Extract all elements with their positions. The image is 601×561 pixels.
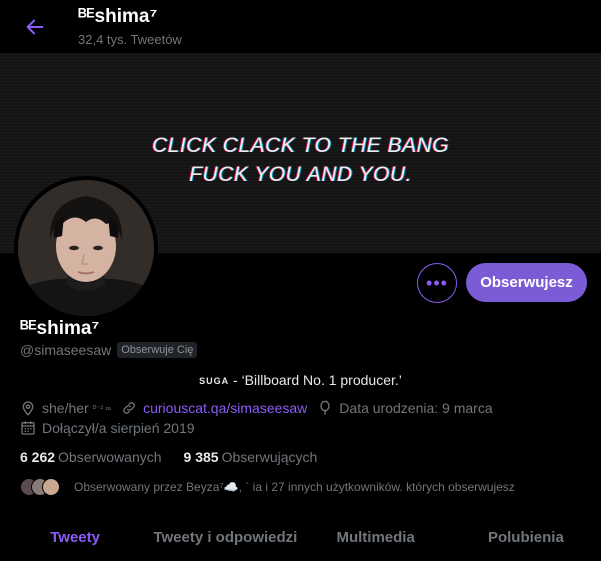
followed-by-row[interactable]: Obserwowany przez Beyza⁷☁️, ` ia i 27 in… [20,478,515,496]
profile-avatar[interactable] [14,176,158,320]
bio-text: - ‘Billboard No. 1 producer.’ [229,372,402,388]
follow-stats: 6 262 Obserwowanych 9 385 Obserwujących [20,449,339,465]
following-label: Obserwowanych [58,449,162,465]
follows-you-badge: Obserwuje Cię [117,342,198,358]
link-icon [121,400,137,416]
birthday-text: Data urodzenia: 9 marca [339,400,493,416]
location-text: she/her [42,400,89,416]
top-bar: ᴮᴱshima⁷ 32,4 tys. Tweetów [0,0,601,53]
following-count: 6 262 [20,449,56,465]
website-link[interactable]: curiouscat.qa/simaseesaw [143,400,307,416]
handle-row: @simaseesaw Obserwuje Cię [20,342,198,358]
followed-by-avatars [20,478,60,496]
banner-text-line-1: CLICK CLACK TO THE BANG [151,134,449,157]
arrow-left-icon [26,19,44,35]
tab-media[interactable]: Multimedia [301,514,451,561]
calendar-icon [20,420,36,436]
header-display-name: ᴮᴱshima⁷ [78,6,158,27]
tab-tweets-and-replies[interactable]: Tweety i odpowiedzi [150,514,300,561]
back-button[interactable] [20,12,50,42]
followers-label: Obserwujących [221,449,318,465]
more-options-button[interactable]: ••• [417,263,457,303]
header-tweet-count: 32,4 tys. Tweetów [78,32,182,47]
location-item: she/her ᴰ⁻² ∞ [20,400,111,416]
location-pin-icon [20,400,36,416]
profile-tabs: Tweety Tweety i odpowiedzi Multimedia Po… [0,514,601,561]
following-stat[interactable]: 6 262 Obserwowanych [20,449,162,465]
mini-avatar [42,478,60,496]
profile-meta-row-1: she/her ᴰ⁻² ∞ curiouscat.qa/simaseesaw Da… [20,400,503,416]
profile-handle: @simaseesaw [20,342,112,358]
balloon-icon [317,400,333,416]
location-sup: ᴰ⁻² ∞ [92,403,112,413]
tab-tweets[interactable]: Tweety [0,514,150,561]
profile-meta-row-2: Dołączył/a sierpień 2019 [20,420,205,436]
website-item: curiouscat.qa/simaseesaw [121,400,307,416]
profile-display-name: ᴮᴱshima⁷ [20,318,100,339]
tab-likes[interactable]: Polubienia [451,514,601,561]
bio-tag: SUGA [199,376,230,386]
following-button[interactable]: Obserwujesz [466,263,587,302]
joined-item: Dołączył/a sierpień 2019 [20,420,195,436]
followed-by-text: Obserwowany przez Beyza⁷☁️, ` ia i 27 in… [74,480,515,494]
profile-bio: SUGA - ‘Billboard No. 1 producer.’ [0,372,601,388]
followers-stat[interactable]: 9 385 Obserwujących [184,449,318,465]
birthday-item: Data urodzenia: 9 marca [317,400,493,416]
followers-count: 9 385 [183,449,219,465]
joined-text: Dołączył/a sierpień 2019 [42,420,195,436]
